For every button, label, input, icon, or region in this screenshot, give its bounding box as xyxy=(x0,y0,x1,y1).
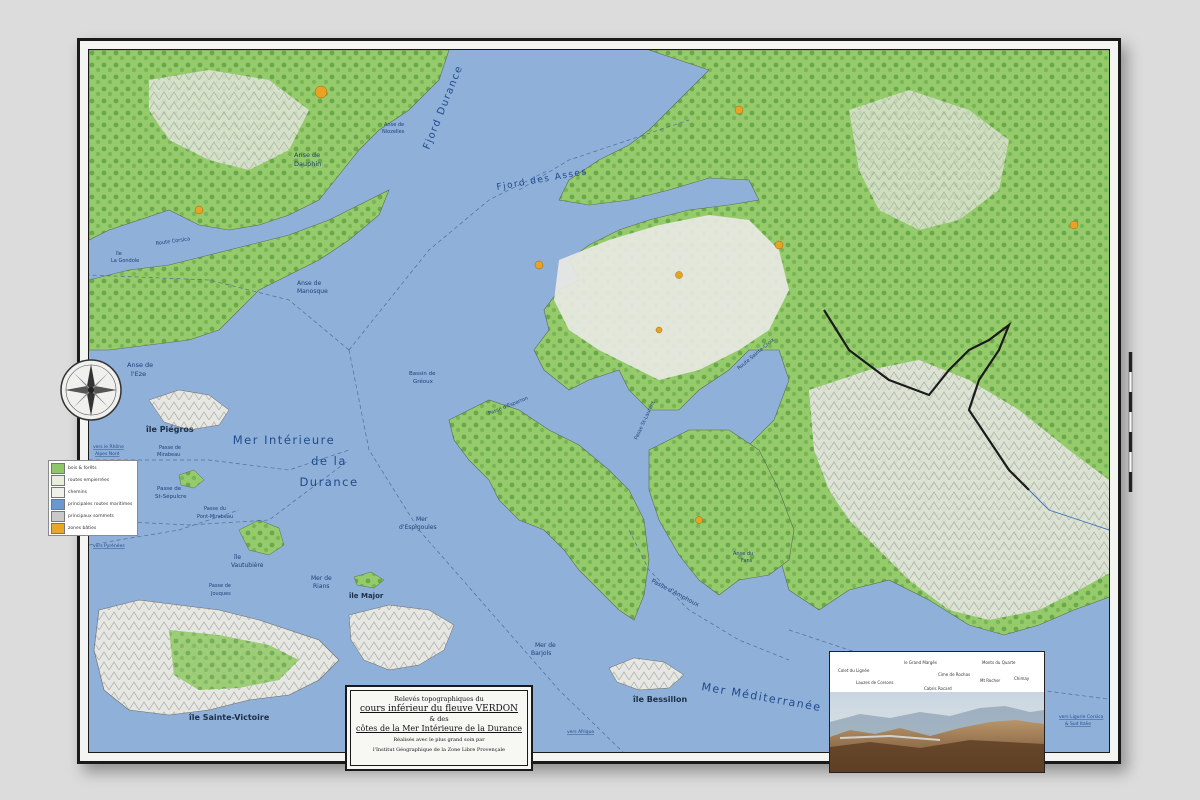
legend-swatch-sea-routes xyxy=(51,498,65,510)
legend-row-built: zones bâties xyxy=(51,522,135,534)
legend-label-paths: chemins xyxy=(68,489,87,495)
legend-row-roads: routes empierrées xyxy=(51,474,135,486)
label-passe-mirabeau-1: Passe de xyxy=(159,445,181,451)
legend-label-summits: principaux sommets xyxy=(68,513,114,519)
label-bassin-greoux-1: Bassin de xyxy=(409,371,436,377)
legend-row-forest: bois & forêts xyxy=(51,462,135,474)
link-ligurie-2: & Sud Italie xyxy=(1065,721,1091,727)
map-legend: bois & forêts routes empierrées chemins … xyxy=(48,460,138,536)
label-mer-barjols-2: Barjols xyxy=(531,650,551,657)
label-mer-barjols-1: Mer de xyxy=(535,642,556,649)
compass-rose-icon xyxy=(60,359,122,421)
label-anse-eze-1: Anse de xyxy=(127,361,153,369)
label-ile-bessillon: île Bessillon xyxy=(632,695,687,704)
legend-row-summits: principaux sommets xyxy=(51,510,135,522)
inset-label-5: Cabris Rocard xyxy=(924,686,952,691)
inset-label-7: Mt Rocher xyxy=(980,678,1001,683)
link-arles-1: vers le Rhône xyxy=(93,443,124,450)
panorama-image xyxy=(830,692,1044,772)
label-ile-piegros: île Piégros xyxy=(145,424,194,434)
legend-label-roads: routes empierrées xyxy=(68,477,110,483)
panorama-inset: Colet du Lignée Lauzes de Corsons le Gra… xyxy=(829,651,1045,773)
inset-label-1: Colet du Lignée xyxy=(838,668,870,673)
label-interior-sea-3: Durance xyxy=(299,475,358,489)
label-anse-eze-2: l'Eze xyxy=(131,370,146,378)
label-anse-manosque-1: Anse de xyxy=(297,280,321,287)
legend-swatch-paths xyxy=(51,486,65,498)
label-passe-sepulcre-1: Passe de xyxy=(157,486,182,492)
label-bassin-greoux-2: Gréoux xyxy=(413,378,434,385)
legend-row-paths: chemins xyxy=(51,486,135,498)
scale-bar xyxy=(1128,352,1133,492)
label-ile-vautubiere-2: Vautubière xyxy=(231,562,264,569)
label-mer-rians-2: Rians xyxy=(313,583,329,590)
link-arles-2: Alpes Nord xyxy=(95,451,120,457)
label-ile-major: île Major xyxy=(348,592,384,600)
label-passe-sepulcre-2: St-Sépulcre xyxy=(155,493,187,500)
link-ligurie-1: vers Ligurie Corsica xyxy=(1059,714,1104,720)
legend-label-sea-routes: principales routes maritimes xyxy=(68,501,133,507)
label-interior-sea-2: de la xyxy=(311,454,347,468)
label-passe-mirabeau-2: Mirabeau xyxy=(157,452,180,458)
label-mer-espigoules-2: d'Espigoules xyxy=(399,524,437,531)
label-mer-rians-1: Mer de xyxy=(311,575,332,582)
legend-swatch-built xyxy=(51,522,65,534)
label-anse-manosque-2: Manosque xyxy=(297,288,328,295)
link-pyrenees: vers Pyrénées xyxy=(93,542,125,549)
label-ile-sainte-victoire: île Sainte-Victoire xyxy=(188,713,270,722)
cartouche-line-1: Relevés topographiques du xyxy=(394,695,484,703)
label-ile-gondole-1: île xyxy=(115,250,122,257)
label-interior-sea-1: Mer Intérieure xyxy=(233,433,335,447)
legend-swatch-roads xyxy=(51,474,65,486)
inset-label-2: Lauzes de Corsons xyxy=(856,680,894,685)
label-anse-fans-1: Anse du xyxy=(733,551,753,557)
legend-swatch-summits xyxy=(51,510,65,522)
label-passe-jouques-2: Jouques xyxy=(210,591,231,597)
cartouche-line-2: cours inférieur du fleuve VERDON xyxy=(360,704,518,714)
label-passe-pont-mirabeau-2: Pont-Mirabeau xyxy=(197,514,233,520)
label-anse-fans-2: Fans xyxy=(741,558,753,564)
inset-label-8: Chimay xyxy=(1014,676,1030,681)
label-ile-gondole-2: La Gondole xyxy=(111,258,139,264)
label-anse-dauphin-1: Anse de xyxy=(294,151,320,159)
label-anse-dauphin-2: Dauphin xyxy=(294,160,321,168)
cartouche-line-3: & des xyxy=(429,715,449,723)
map-inner-frame: Mer Intérieure de la Durance Mer Méditer… xyxy=(88,49,1110,753)
title-cartouche: Relevés topographiques du cours inférieu… xyxy=(345,685,533,771)
inset-label-4: Cime de Rochas xyxy=(938,672,971,677)
legend-row-sea-routes: principales routes maritimes xyxy=(51,498,135,510)
cartouche-line-5: Réalisés avec le plus grand soin par xyxy=(393,737,485,743)
inset-label-3: le Grand Margès xyxy=(904,660,937,665)
label-anse-niozelles-1: Anse de xyxy=(384,122,404,128)
relief-map[interactable]: Mer Intérieure de la Durance Mer Méditer… xyxy=(89,50,1110,753)
legend-label-built: zones bâties xyxy=(68,525,97,531)
inset-label-6: Monts du Quarte xyxy=(982,660,1016,665)
legend-label-forest: bois & forêts xyxy=(68,465,97,471)
label-ile-vautubiere-1: île xyxy=(233,554,241,561)
cartouche-line-6: l'Institut Géographique de la Zone Libre… xyxy=(372,747,506,753)
label-anse-niozelles-2: Niozelles xyxy=(382,129,405,135)
cartouche-line-4: côtes de la Mer Intérieure de la Durance xyxy=(356,724,522,733)
label-passe-jouques-1: Passe de xyxy=(209,583,231,589)
label-mer-espigoules-1: Mer xyxy=(416,516,428,523)
link-afrique: vers Afrique xyxy=(567,729,594,735)
label-passe-pont-mirabeau-1: Passe du xyxy=(204,506,226,512)
legend-swatch-forest xyxy=(51,462,65,474)
